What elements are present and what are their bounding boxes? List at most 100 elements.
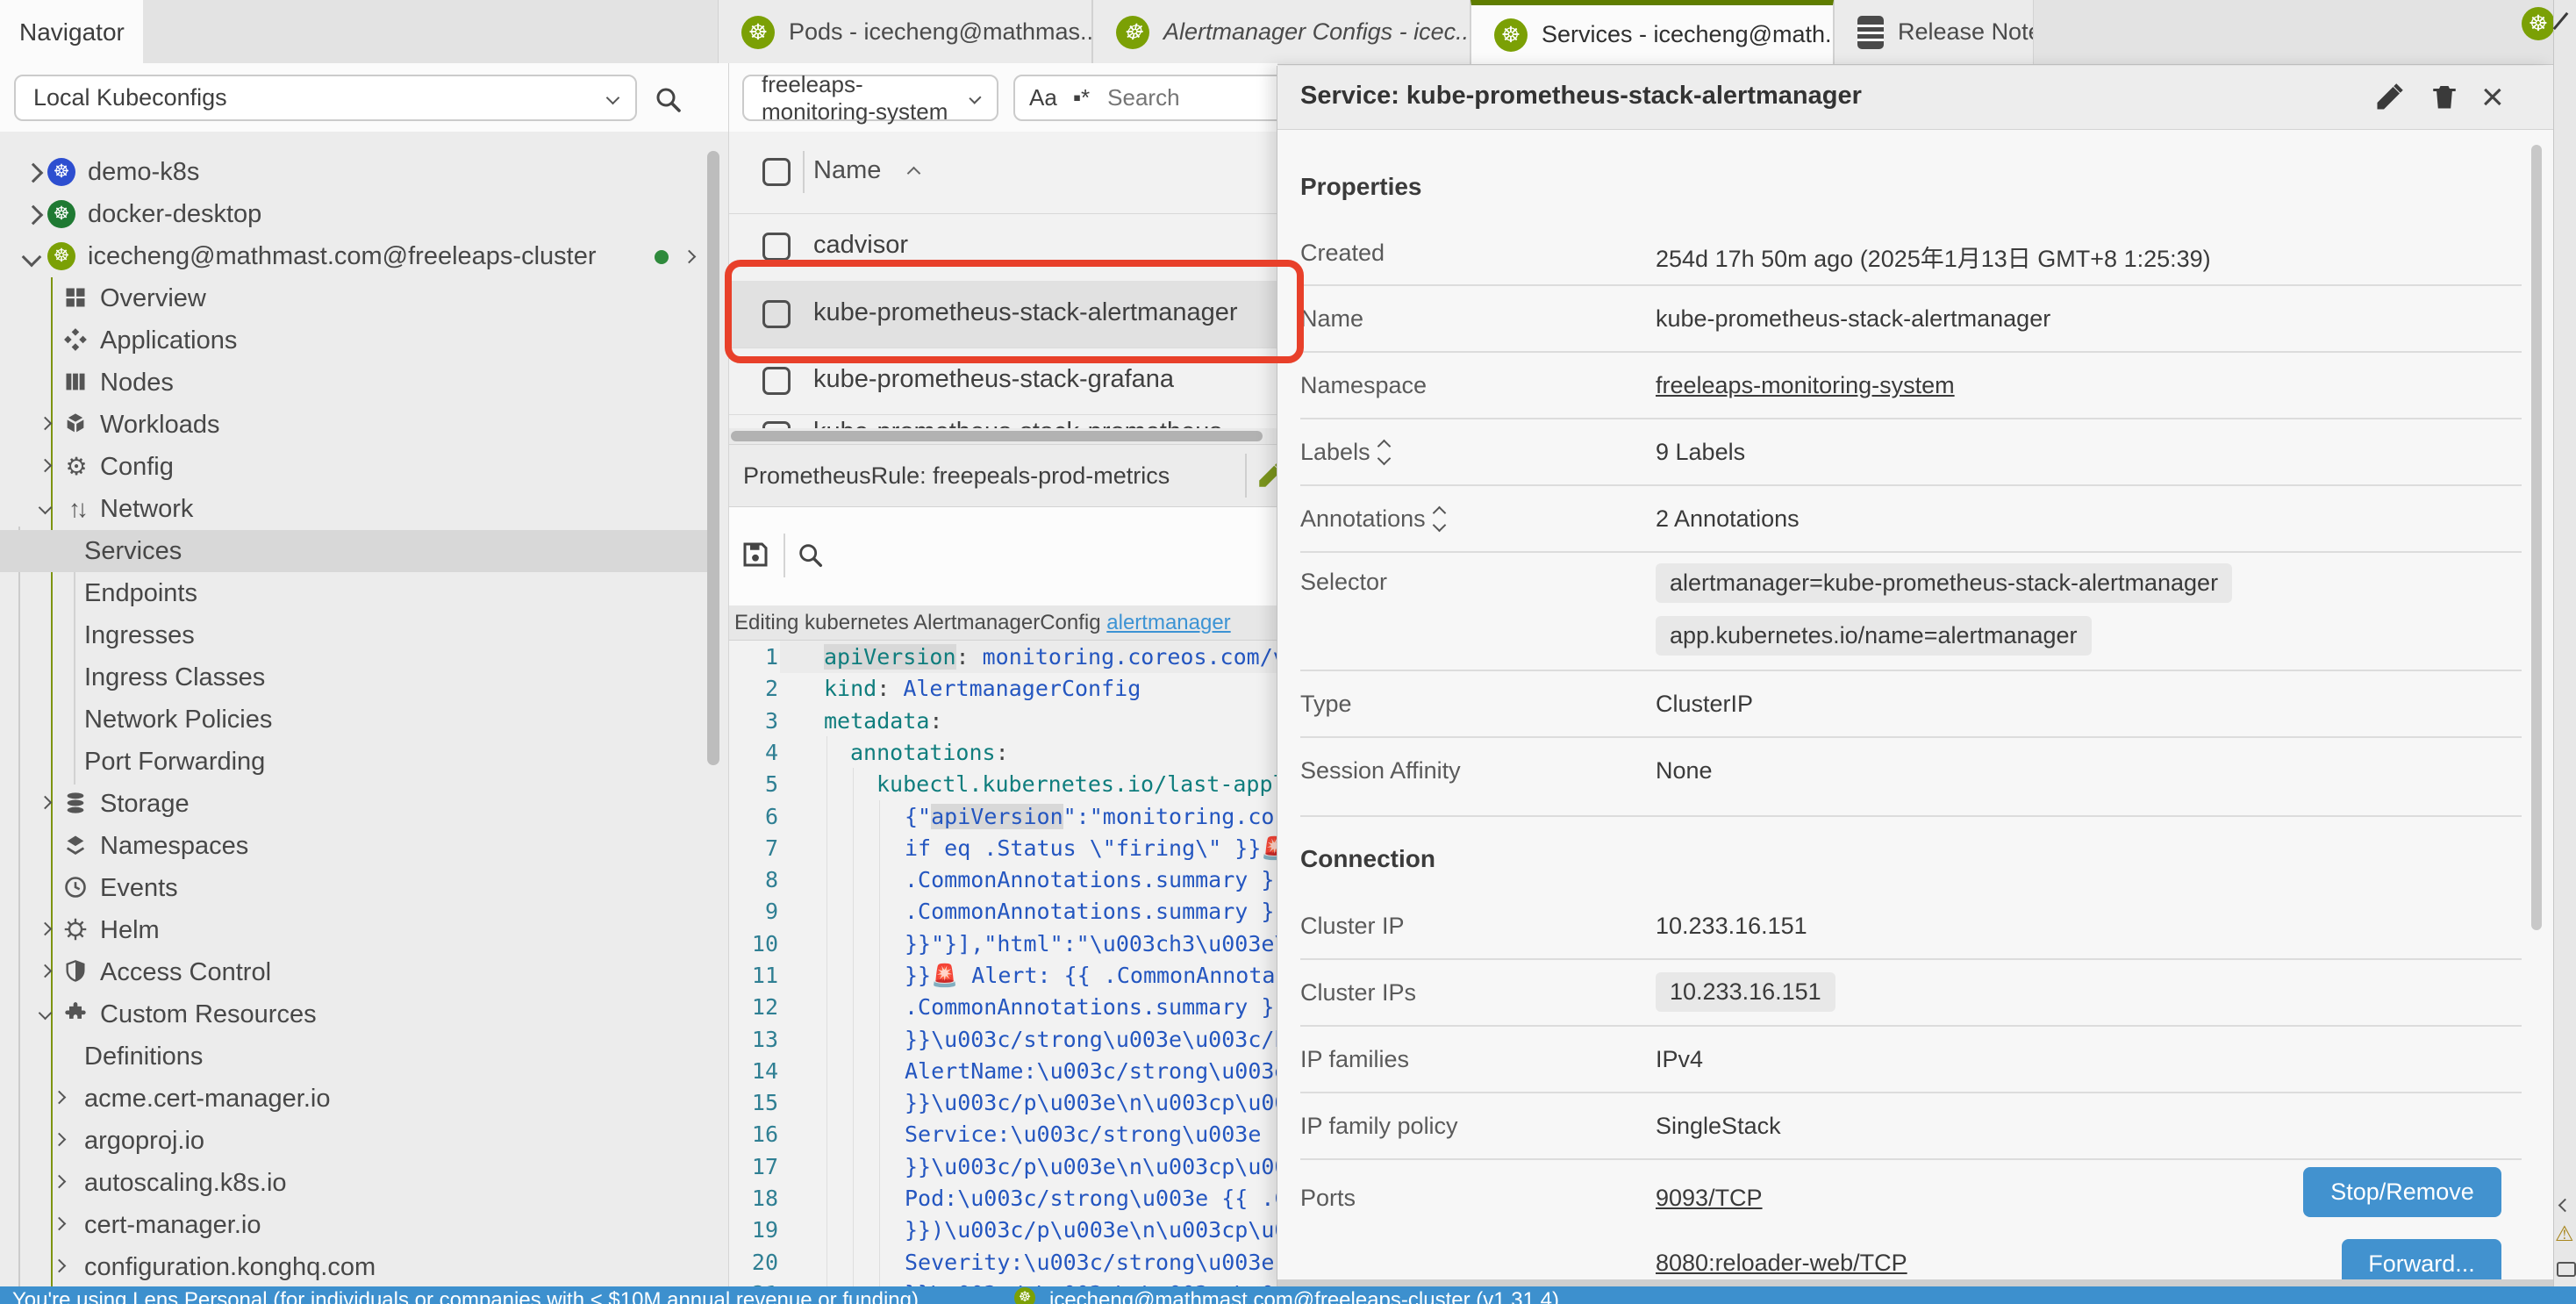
code-line[interactable]: 15}}\u003c/p\u003e\n\u003cp\u003 xyxy=(729,1086,1277,1119)
sidebar-item-argoproj[interactable]: argoproj.io xyxy=(0,1120,707,1162)
code-line[interactable]: 2kind: AlertmanagerConfig xyxy=(729,672,1277,705)
code-line[interactable]: 4annotations: xyxy=(729,736,1277,769)
sidebar-item-ingress-classes[interactable]: Ingress Classes xyxy=(0,656,707,699)
column-header-name[interactable]: Name xyxy=(813,156,881,185)
tab-release-notes[interactable]: Release Notes xyxy=(1834,0,2034,64)
code-line[interactable]: 18Pod:\u003c/strong\u003e {{ .Co xyxy=(729,1182,1277,1214)
property-row-cluster-ip: Cluster IP 10.233.16.151 xyxy=(1300,893,2522,960)
trash-icon[interactable] xyxy=(2429,81,2460,112)
prometheusrule-dock-tab[interactable]: PrometheusRule: freepeals-prod-metrics xyxy=(729,444,1277,507)
kubeconfig-select[interactable]: Local Kubeconfigs xyxy=(14,75,637,121)
code-line[interactable]: 14AlertName:\u003c/strong\u003e xyxy=(729,1055,1277,1087)
lens-app-window: Navigator ☸ Pods - icecheng@mathmas... ☸… xyxy=(0,0,2576,1304)
sidebar-scrollbar[interactable] xyxy=(707,151,719,765)
close-icon[interactable]: × xyxy=(2481,73,2504,122)
code-line[interactable]: 19}})\u003c/p\u003e\n\u003cp\u00 xyxy=(729,1214,1277,1246)
chevron-right-icon xyxy=(53,1259,67,1273)
sidebar-item-services[interactable]: Services xyxy=(0,530,707,572)
sidebar-item-demo-k8s[interactable]: ☸demo-k8s xyxy=(0,151,707,193)
sidebar-item-namespaces[interactable]: Namespaces xyxy=(0,825,707,867)
selector-badge[interactable]: alertmanager=kube-prometheus-stack-alert… xyxy=(1656,563,2232,603)
save-icon[interactable] xyxy=(740,539,771,570)
sidebar-item-port-forwarding[interactable]: Port Forwarding xyxy=(0,741,707,783)
sidebar-item-docker-desktop[interactable]: ☸docker-desktop xyxy=(0,193,707,235)
sidebar-item-ingresses[interactable]: Ingresses xyxy=(0,614,707,656)
sidebar-item-autoscaling[interactable]: autoscaling.k8s.io xyxy=(0,1162,707,1204)
tab-services[interactable]: ☸ Services - icecheng@math... × xyxy=(1470,0,1834,64)
drawer-scrollbar[interactable] xyxy=(2531,145,2542,930)
sort-ascending-icon[interactable] xyxy=(907,167,921,181)
namespace-link[interactable]: freeleaps-monitoring-system xyxy=(1656,372,1955,399)
select-all-checkbox[interactable] xyxy=(762,158,791,186)
expand-toggle-icon[interactable] xyxy=(1435,508,1444,530)
sidebar-item-nodes[interactable]: Nodes xyxy=(0,362,707,404)
sidebar-item-applications[interactable]: Applications xyxy=(0,319,707,362)
chevron-down-icon xyxy=(606,91,620,105)
helm-icon xyxy=(63,917,89,943)
sidebar-item-freeleaps-cluster[interactable]: ☸icecheng@mathmast.com@freeleaps-cluster xyxy=(0,235,707,277)
regex-icon[interactable]: ▪* xyxy=(1073,84,1090,111)
selector-badge[interactable]: app.kubernetes.io/name=alertmanager xyxy=(1656,616,2092,656)
code-line[interactable]: 11}}🚨 Alert: {{ .CommonAnnotati xyxy=(729,959,1277,992)
horizontal-scrollbar[interactable] xyxy=(731,431,1263,441)
chevron-left-icon[interactable] xyxy=(2558,1199,2572,1213)
sidebar-item-helm[interactable]: Helm xyxy=(0,909,707,951)
search-icon[interactable] xyxy=(653,84,684,116)
active-cluster-status[interactable]: icecheng@mathmast.com@freeleaps-cluster … xyxy=(1049,1288,1559,1304)
property-row-cluster-ips: Cluster IPs 10.233.16.151 xyxy=(1300,960,2522,1027)
table-row-partial[interactable]: kube-prometheus-stack-prometheus xyxy=(729,414,1277,428)
chevron-right-icon xyxy=(39,796,53,810)
row-checkbox[interactable] xyxy=(762,421,791,428)
editor-breadcrumb: Editing kubernetes AlertmanagerConfig al… xyxy=(729,605,1277,641)
code-line[interactable]: 10}}"}],"html":"\u003ch3\u003e\u xyxy=(729,928,1277,960)
code-line[interactable]: 5kubectl.kubernetes.io/last-applied-conf… xyxy=(729,768,1277,800)
sidebar-item-overview[interactable]: Overview xyxy=(0,277,707,319)
sidebar-item-access-control[interactable]: Access Control xyxy=(0,951,707,993)
sidebar-item-events[interactable]: Events xyxy=(0,867,707,909)
code-line[interactable]: 7if eq .Status \"firing\" }}🚨 xyxy=(729,832,1277,864)
tab-pods[interactable]: ☸ Pods - icecheng@mathmas... xyxy=(718,0,1092,64)
sidebar-item-definitions[interactable]: Definitions xyxy=(0,1035,707,1078)
tab-alertmanager-configs[interactable]: ☸ Alertmanager Configs - icec... xyxy=(1092,0,1470,64)
sidebar-item-endpoints[interactable]: Endpoints xyxy=(0,572,707,614)
row-checkbox[interactable] xyxy=(762,367,791,395)
network-arrows-icon: ↑↓ xyxy=(63,496,89,522)
code-line[interactable]: 3metadata: xyxy=(729,705,1277,737)
sidebar-item-network-policies[interactable]: Network Policies xyxy=(0,699,707,741)
property-row-ip-families: IP families IPv4 xyxy=(1300,1027,2522,1093)
edit-pencil-icon[interactable] xyxy=(1256,461,1277,491)
expand-toggle-icon[interactable] xyxy=(1379,441,1389,463)
port-link[interactable]: 9093/TCP xyxy=(1656,1185,1763,1212)
stop-remove-port-forward-button[interactable]: Stop/Remove xyxy=(2303,1167,2501,1217)
code-line[interactable]: 8.CommonAnnotations.summary }} xyxy=(729,863,1277,896)
code-line[interactable]: 16Service:\u003c/strong\u003e { xyxy=(729,1118,1277,1150)
horizontal-scrollbar-track xyxy=(729,428,1277,444)
kubernetes-icon[interactable]: ☸ xyxy=(2522,7,2555,40)
sidebar-item-config[interactable]: ⚙Config xyxy=(0,446,707,488)
sidebar-item-configuration-konghq[interactable]: configuration.konghq.com xyxy=(0,1246,707,1288)
alertmanager-config-link[interactable]: alertmanager xyxy=(1106,611,1230,634)
tab-bar: Navigator ☸ Pods - icecheng@mathmas... ☸… xyxy=(0,0,2576,65)
editor-search-icon[interactable] xyxy=(796,541,826,570)
code-line[interactable]: 12.CommonAnnotations.summary }} xyxy=(729,991,1277,1023)
sidebar-item-workloads[interactable]: Workloads xyxy=(0,404,707,446)
code-line[interactable]: 1apiVersion: monitoring.coreos.com/v1 xyxy=(729,641,1277,673)
port-link[interactable]: 8080:reloader-web/TCP xyxy=(1656,1250,1907,1277)
edit-pencil-icon[interactable] xyxy=(2373,82,2405,113)
namespace-select[interactable]: freeleaps-monitoring-system xyxy=(742,75,998,121)
sidebar-item-acme-cert-manager[interactable]: acme.cert-manager.io xyxy=(0,1078,707,1120)
drawer-title: Service: kube-prometheus-stack-alertmana… xyxy=(1300,82,1862,111)
code-line[interactable]: 6{"apiVersion":"monitoring.coreos.com/v1… xyxy=(729,800,1277,833)
code-line[interactable]: 20Severity:\u003c/strong\u003e xyxy=(729,1246,1277,1279)
sidebar-item-custom-resources[interactable]: Custom Resources xyxy=(0,993,707,1035)
code-line[interactable]: 17}}\u003c/p\u003e\n\u003cp\u003 xyxy=(729,1150,1277,1183)
sidebar-item-storage[interactable]: Storage xyxy=(0,783,707,825)
code-line[interactable]: 9.CommonAnnotations.summary }} xyxy=(729,895,1277,928)
row-checkbox[interactable] xyxy=(762,233,791,261)
code-line[interactable]: 13}}\u003c/strong\u003e\u003c/h3 xyxy=(729,1023,1277,1056)
match-case-icon[interactable]: Aa xyxy=(1029,84,1057,111)
tab-navigator[interactable]: Navigator xyxy=(0,0,143,65)
sidebar-item-cert-manager[interactable]: cert-manager.io xyxy=(0,1204,707,1246)
search-input[interactable] xyxy=(1106,83,1241,112)
sidebar-item-network[interactable]: ↑↓Network xyxy=(0,488,707,530)
